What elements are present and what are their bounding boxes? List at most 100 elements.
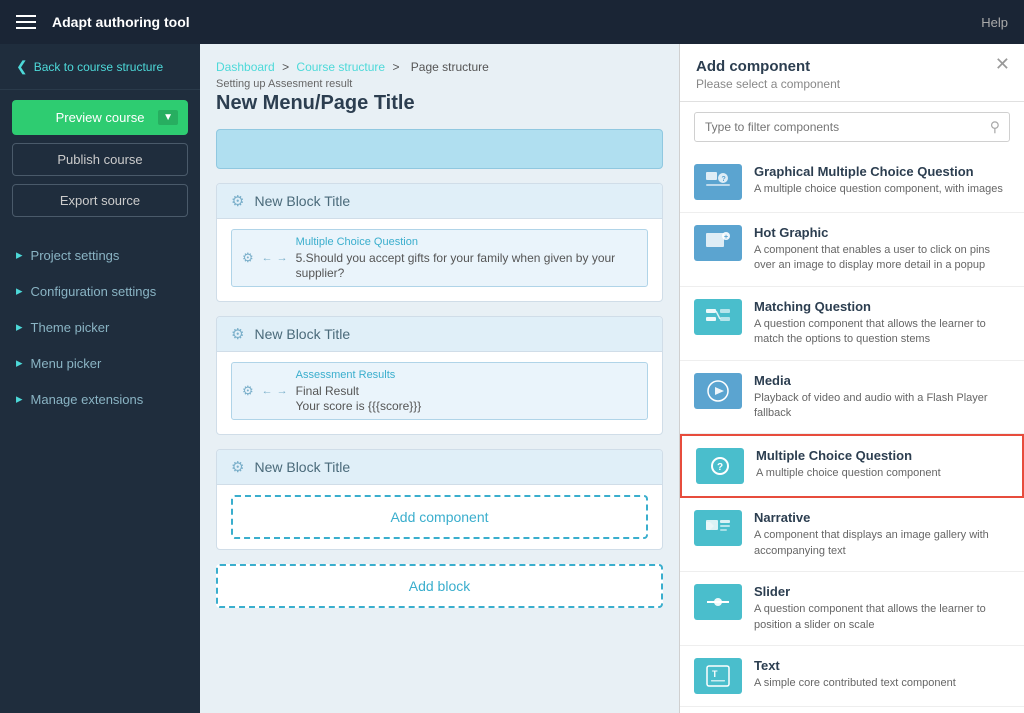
component-gear-icon[interactable]: ⚙ <box>242 250 254 266</box>
media-name: Media <box>754 373 1010 388</box>
add-component-button[interactable]: Add component <box>231 495 648 539</box>
right-panel: Add component Please select a component … <box>679 44 1024 713</box>
preview-course-button[interactable]: Preview course ▼ <box>12 100 188 135</box>
block-body-1: ⚙ ← → Multiple Choice Question 5.Should … <box>217 219 662 301</box>
block-title-3: New Block Title <box>254 459 350 475</box>
component-arrows[interactable]: ← → <box>262 385 288 397</box>
sidebar-item-manage-extensions[interactable]: ▸ Manage extensions <box>0 381 200 417</box>
hotgraphic-desc: A component that enables a user to click… <box>754 243 1010 274</box>
component-bar-1: ⚙ ← → Multiple Choice Question 5.Should … <box>231 229 648 287</box>
right-panel-subtitle: Please select a component <box>696 77 1008 91</box>
hamburger-menu[interactable] <box>16 15 36 29</box>
narrative-info: Narrative A component that displays an i… <box>754 510 1010 559</box>
add-block-button[interactable]: Add block <box>216 564 663 608</box>
component-item-slider[interactable]: Slider A question component that allows … <box>680 572 1024 646</box>
text-desc: A simple core contributed text component <box>754 676 956 691</box>
sidebar-item-project-settings[interactable]: ▸ Project settings <box>0 237 200 273</box>
mcq-desc: A multiple choice question component <box>756 466 941 481</box>
search-input[interactable] <box>694 112 1010 142</box>
media-desc: Playback of video and audio with a Flash… <box>754 391 1010 422</box>
main-layout: ❮ Back to course structure Preview cours… <box>0 44 1024 713</box>
matching-desc: A question component that allows the lea… <box>754 317 1010 348</box>
back-to-course-structure[interactable]: ❮ Back to course structure <box>0 44 200 90</box>
slider-icon <box>694 584 742 620</box>
export-source-button[interactable]: Export source <box>12 184 188 217</box>
block-body-2: ⚙ ← → Assessment Results Final ResultYou… <box>217 352 662 434</box>
slider-name: Slider <box>754 584 1010 599</box>
search-icon: ⚲ <box>990 119 1000 136</box>
sidebar-item-menu-picker[interactable]: ▸ Menu picker <box>0 345 200 381</box>
breadcrumb: Dashboard > Course structure > Page stru… <box>216 60 663 74</box>
back-label: Back to course structure <box>34 60 163 74</box>
component-item-hotgraphic[interactable]: + Hot Graphic A component that enables a… <box>680 213 1024 287</box>
component-item-mcq[interactable]: ? Multiple Choice Question A multiple ch… <box>680 434 1024 498</box>
component-search: ⚲ <box>694 112 1010 142</box>
narrative-name: Narrative <box>754 510 1010 525</box>
mcq-name: Multiple Choice Question <box>756 448 941 463</box>
sidebar-item-label: Theme picker <box>31 320 110 335</box>
component-item-gmcq[interactable]: ? Graphical Multiple Choice Question A m… <box>680 152 1024 213</box>
block-header-3: ⚙ New Block Title <box>217 450 662 485</box>
block-gear-icon[interactable]: ⚙ <box>231 325 244 343</box>
svg-text:+: + <box>724 234 728 241</box>
block-gear-icon[interactable]: ⚙ <box>231 192 244 210</box>
component-item-media[interactable]: Media Playback of video and audio with a… <box>680 361 1024 435</box>
text-info: Text A simple core contributed text comp… <box>754 658 956 691</box>
chevron-right-icon: ▸ <box>16 247 23 263</box>
block-header-1: ⚙ New Block Title <box>217 184 662 219</box>
component-content-2: Assessment Results Final ResultYour scor… <box>296 369 422 413</box>
content-area: Dashboard > Course structure > Page stru… <box>200 44 679 713</box>
narrative-icon <box>694 510 742 546</box>
preview-dropdown-icon[interactable]: ▼ <box>158 110 178 125</box>
app-title: Adapt authoring tool <box>52 14 981 30</box>
component-item-narrative[interactable]: Narrative A component that displays an i… <box>680 498 1024 572</box>
sidebar-item-label: Menu picker <box>31 356 102 371</box>
component-list: ? Graphical Multiple Choice Question A m… <box>680 152 1024 713</box>
arrow-right-icon: → <box>277 385 288 397</box>
slider-info: Slider A question component that allows … <box>754 584 1010 633</box>
text-icon: T <box>694 658 742 694</box>
matching-icon <box>694 299 742 335</box>
component-content: Multiple Choice Question 5.Should you ac… <box>296 236 637 280</box>
arrow-right-icon: → <box>277 252 288 264</box>
component-arrows[interactable]: ← → <box>262 252 288 264</box>
text-name: Text <box>754 658 956 673</box>
sidebar-button-group: Preview course ▼ Publish course Export s… <box>0 90 200 227</box>
gmcq-name: Graphical Multiple Choice Question <box>754 164 1003 179</box>
breadcrumb-course-structure[interactable]: Course structure <box>296 60 385 74</box>
svg-text:T: T <box>712 669 718 679</box>
component-bar-2: ⚙ ← → Assessment Results Final ResultYou… <box>231 362 648 420</box>
slider-desc: A question component that allows the lea… <box>754 602 1010 633</box>
component-text: 5.Should you accept gifts for your famil… <box>296 251 616 280</box>
mcq-icon: ? <box>696 448 744 484</box>
sidebar-item-configuration-settings[interactable]: ▸ Configuration settings <box>0 273 200 309</box>
block-title-2: New Block Title <box>254 326 350 342</box>
gmcq-icon: ? <box>694 164 742 200</box>
close-icon[interactable]: ✕ <box>995 54 1010 75</box>
component-item-matching[interactable]: Matching Question A question component t… <box>680 287 1024 361</box>
matching-info: Matching Question A question component t… <box>754 299 1010 348</box>
chevron-right-icon: ▸ <box>16 283 23 299</box>
sidebar-item-label: Manage extensions <box>31 392 144 407</box>
component-gear-icon[interactable]: ⚙ <box>242 383 254 399</box>
matching-name: Matching Question <box>754 299 1010 314</box>
right-panel-header: Add component Please select a component <box>680 44 1024 102</box>
sidebar-item-theme-picker[interactable]: ▸ Theme picker <box>0 309 200 345</box>
page-subtitle: Setting up Assesment result <box>216 78 663 90</box>
block-gear-icon[interactable]: ⚙ <box>231 458 244 476</box>
component-label-2: Assessment Results <box>296 369 422 381</box>
sidebar: ❮ Back to course structure Preview cours… <box>0 44 200 713</box>
help-link[interactable]: Help <box>981 15 1008 30</box>
chevron-right-icon: ▸ <box>16 391 23 407</box>
breadcrumb-sep: > <box>392 60 402 74</box>
publish-course-button[interactable]: Publish course <box>12 143 188 176</box>
breadcrumb-dashboard[interactable]: Dashboard <box>216 60 275 74</box>
narrative-desc: A component that displays an image galle… <box>754 528 1010 559</box>
hotgraphic-info: Hot Graphic A component that enables a u… <box>754 225 1010 274</box>
sidebar-nav: ▸ Project settings ▸ Configuration setti… <box>0 227 200 427</box>
gmcq-info: Graphical Multiple Choice Question A mul… <box>754 164 1003 197</box>
component-item-text[interactable]: T Text A simple core contributed text co… <box>680 646 1024 707</box>
page-title: New Menu/Page Title <box>216 92 663 115</box>
right-panel-title: Add component <box>696 58 1008 75</box>
sidebar-item-label: Project settings <box>31 248 120 263</box>
